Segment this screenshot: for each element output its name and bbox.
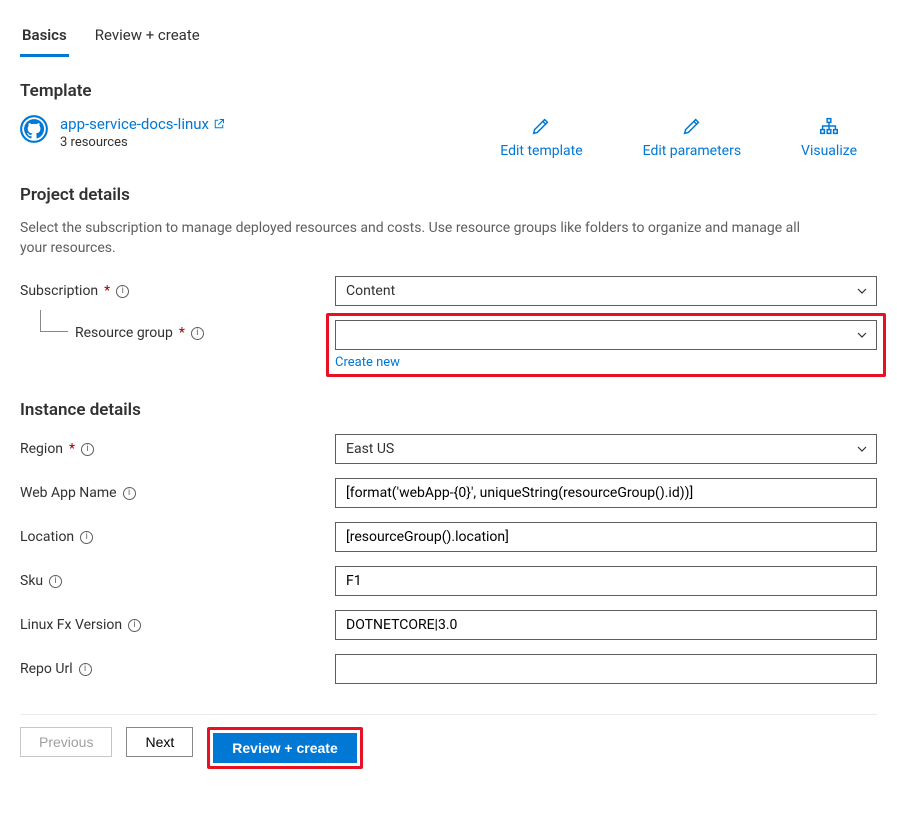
info-icon[interactable]: i (116, 285, 129, 298)
required-indicator: * (69, 441, 75, 457)
edit-template-label: Edit template (500, 143, 582, 159)
footer-bar: Previous Next Review + create (20, 714, 877, 769)
hierarchy-icon (818, 115, 840, 137)
resource-group-highlight: Create new (326, 313, 886, 377)
row-location: Location i (20, 522, 877, 552)
info-icon[interactable]: i (49, 575, 62, 588)
sku-input[interactable] (335, 566, 877, 596)
section-title-project: Project details (20, 185, 877, 205)
template-resources-count: 3 resources (60, 135, 225, 150)
pencil-icon (530, 115, 552, 137)
visualize-label: Visualize (801, 143, 857, 159)
review-create-highlight: Review + create (207, 727, 362, 769)
template-link-text: app-service-docs-linux (60, 115, 209, 133)
info-icon[interactable]: i (80, 531, 93, 544)
edit-parameters-label: Edit parameters (643, 143, 741, 159)
info-icon[interactable]: i (81, 443, 94, 456)
review-create-button[interactable]: Review + create (213, 733, 356, 763)
region-select[interactable]: East US (335, 434, 877, 464)
chevron-down-icon (856, 443, 868, 455)
required-indicator: * (104, 283, 110, 299)
info-icon[interactable]: i (191, 327, 204, 340)
region-value: East US (346, 441, 394, 457)
create-new-link[interactable]: Create new (335, 355, 400, 370)
template-row: app-service-docs-linux 3 resources Edit … (20, 115, 877, 159)
linux-fx-label: Linux Fx Version (20, 617, 122, 633)
resource-group-select[interactable] (335, 320, 877, 350)
row-subscription: Subscription * i Content (20, 276, 877, 306)
location-input[interactable] (335, 522, 877, 552)
web-app-name-input[interactable] (335, 478, 877, 508)
section-title-template: Template (20, 81, 877, 101)
subscription-value: Content (346, 283, 395, 299)
edit-template-button[interactable]: Edit template (500, 115, 582, 159)
tab-basics[interactable]: Basics (20, 20, 69, 57)
subscription-select[interactable]: Content (335, 276, 877, 306)
row-repo-url: Repo Url i (20, 654, 877, 684)
visualize-button[interactable]: Visualize (801, 115, 857, 159)
external-link-icon (213, 118, 225, 130)
row-region: Region * i East US (20, 434, 877, 464)
info-icon[interactable]: i (128, 619, 141, 632)
tab-bar: Basics Review + create (20, 20, 877, 57)
repo-url-label: Repo Url (20, 661, 73, 677)
edit-parameters-button[interactable]: Edit parameters (643, 115, 741, 159)
resource-group-label: Resource group (75, 325, 173, 341)
row-web-app-name: Web App Name i (20, 478, 877, 508)
tab-review-create[interactable]: Review + create (93, 20, 202, 57)
subscription-label: Subscription (20, 283, 98, 299)
row-sku: Sku i (20, 566, 877, 596)
chevron-down-icon (856, 285, 868, 297)
row-resource-group: Resource group * i Create new (20, 320, 877, 370)
section-title-instance: Instance details (20, 400, 877, 420)
previous-button: Previous (20, 727, 112, 757)
required-indicator: * (179, 325, 185, 341)
web-app-name-label: Web App Name (20, 485, 117, 501)
repo-url-input[interactable] (335, 654, 877, 684)
info-icon[interactable]: i (123, 487, 136, 500)
pencil-icon (681, 115, 703, 137)
template-link[interactable]: app-service-docs-linux (60, 115, 225, 133)
chevron-down-icon (856, 329, 868, 341)
info-icon[interactable]: i (79, 663, 92, 676)
github-icon (20, 115, 48, 143)
tree-connector-icon (40, 310, 68, 332)
location-label: Location (20, 529, 74, 545)
row-linux-fx: Linux Fx Version i (20, 610, 877, 640)
sku-label: Sku (20, 573, 43, 589)
project-description: Select the subscription to manage deploy… (20, 219, 800, 258)
linux-fx-input[interactable] (335, 610, 877, 640)
next-button[interactable]: Next (126, 727, 193, 757)
region-label: Region (20, 441, 63, 457)
